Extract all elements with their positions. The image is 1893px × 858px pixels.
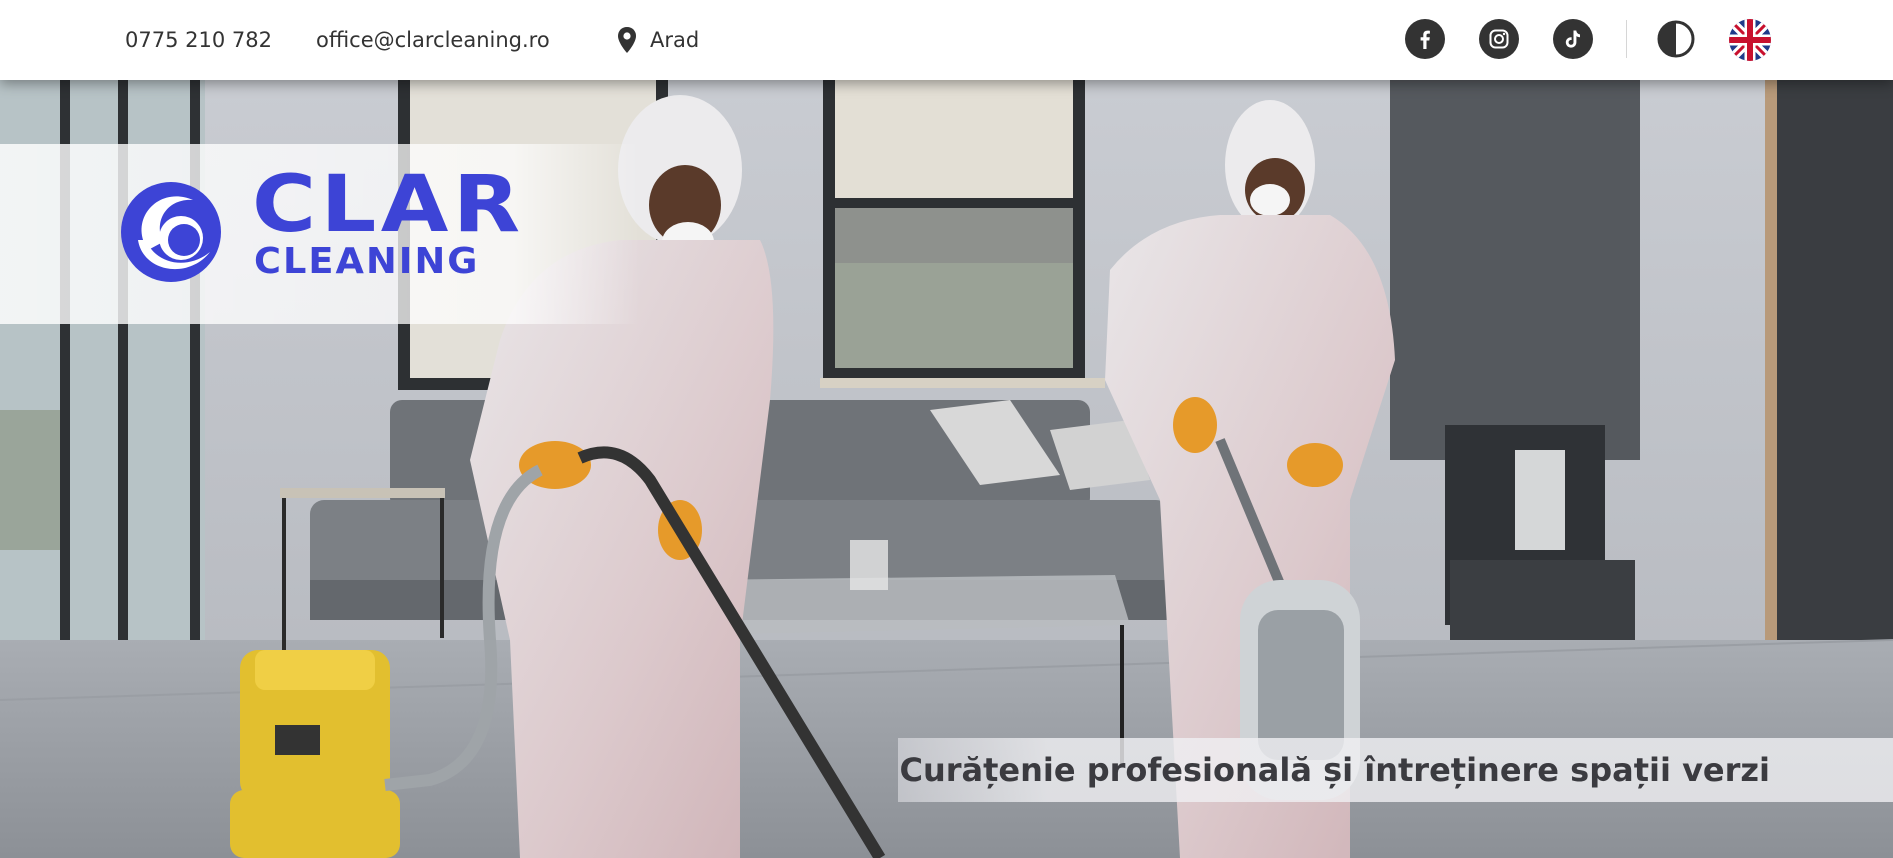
- contrast-toggle[interactable]: [1656, 19, 1696, 59]
- email-link[interactable]: office@clarcleaning.ro: [316, 0, 550, 80]
- tiktok-icon: [1565, 30, 1580, 48]
- top-bar: 0775 210 782 office@clarcleaning.ro Arad: [0, 0, 1893, 80]
- toolbar-divider: [1626, 20, 1627, 58]
- location-link[interactable]: Arad: [616, 0, 699, 80]
- location-text: Arad: [650, 28, 700, 52]
- tiktok-link[interactable]: [1553, 19, 1593, 59]
- hero-tagline: Curățenie profesională și întreținere sp…: [899, 751, 1770, 789]
- language-switch[interactable]: [1729, 19, 1771, 61]
- phone-link[interactable]: 0775 210 782: [125, 0, 272, 80]
- facebook-link[interactable]: [1405, 19, 1445, 59]
- logo-text-clar: CLAR: [252, 160, 525, 250]
- instagram-icon: [1489, 29, 1509, 49]
- map-pin-icon: [618, 27, 636, 53]
- hero-banner: CLAR CLEANING Curățenie profesională și …: [0, 80, 1893, 858]
- phone-number: 0775 210 782: [125, 28, 272, 52]
- facebook-icon: [1420, 30, 1430, 49]
- logo-text-cleaning: CLEANING: [254, 241, 480, 282]
- email-address: office@clarcleaning.ro: [316, 28, 550, 52]
- instagram-link[interactable]: [1479, 19, 1519, 59]
- contrast-icon: [1657, 20, 1695, 58]
- tagline-banner: Curățenie profesională și întreținere sp…: [898, 738, 1893, 802]
- uk-flag-icon: [1729, 19, 1771, 61]
- clar-cleaning-logo-icon: [121, 182, 221, 282]
